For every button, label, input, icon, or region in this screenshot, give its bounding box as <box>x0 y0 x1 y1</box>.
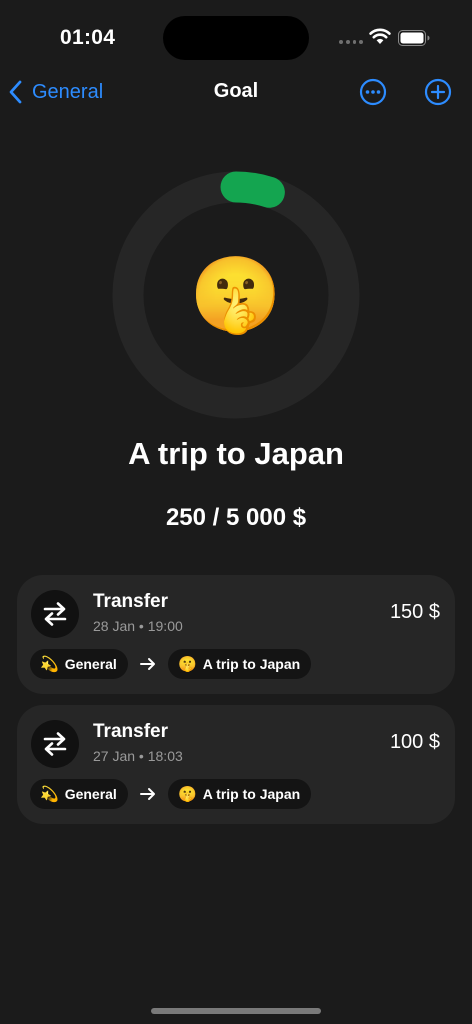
destination-goal-chip: 🤫 A trip to Japan <box>168 779 312 809</box>
transaction-amount: 100 $ <box>389 731 440 753</box>
status-time: 01:04 <box>60 26 116 49</box>
transaction-card[interactable]: Transfer 28 Jan • 19:00 150 $ 💫 General … <box>17 575 455 694</box>
transaction-title: Transfer <box>93 721 168 742</box>
more-options-icon[interactable] <box>359 78 387 106</box>
transaction-amount: 150 $ <box>389 601 440 623</box>
destination-goal-label: A trip to Japan <box>202 786 301 802</box>
transaction-datetime: 28 Jan • 19:00 <box>93 618 183 634</box>
dizzy-icon: 💫 <box>40 656 59 673</box>
transaction-datetime: 27 Jan • 18:03 <box>93 748 183 764</box>
source-account-chip: 💫 General <box>30 779 128 809</box>
arrow-right-icon <box>140 658 155 670</box>
source-account-label: General <box>64 656 117 672</box>
source-account-label: General <box>64 786 117 802</box>
shushing-face-icon: 🤫 <box>178 656 197 673</box>
home-indicator[interactable] <box>151 1008 321 1014</box>
transfer-icon <box>31 720 79 768</box>
screen: 01:04 General Goal 🤫 A trip to Japan 250… <box>0 0 472 1024</box>
transaction-time: 18:03 <box>147 748 183 764</box>
battery-icon <box>398 30 430 46</box>
shushing-face-icon: 🤫 <box>178 786 197 803</box>
dizzy-icon: 💫 <box>40 786 59 803</box>
dynamic-island <box>163 16 309 60</box>
transfer-icon <box>31 590 79 638</box>
transaction-date: 28 Jan <box>93 618 136 634</box>
transaction-title: Transfer <box>93 591 168 612</box>
destination-goal-label: A trip to Japan <box>202 656 301 672</box>
page-title: Goal <box>213 80 259 102</box>
transaction-card[interactable]: Transfer 27 Jan • 18:03 100 $ 💫 General … <box>17 705 455 824</box>
transaction-date: 27 Jan <box>93 748 136 764</box>
cellular-signal-icon <box>339 40 363 46</box>
progress-ring-fill <box>220 171 285 208</box>
destination-goal-chip: 🤫 A trip to Japan <box>168 649 312 679</box>
goal-title: A trip to Japan <box>128 436 344 471</box>
goal-emoji: 🤫 <box>189 253 283 336</box>
wifi-icon <box>369 28 391 44</box>
goal-amount: 250 / 5 000 $ <box>165 504 307 531</box>
transaction-time: 19:00 <box>147 618 183 634</box>
arrow-right-icon <box>140 788 155 800</box>
source-account-chip: 💫 General <box>30 649 128 679</box>
add-icon[interactable] <box>424 78 452 106</box>
